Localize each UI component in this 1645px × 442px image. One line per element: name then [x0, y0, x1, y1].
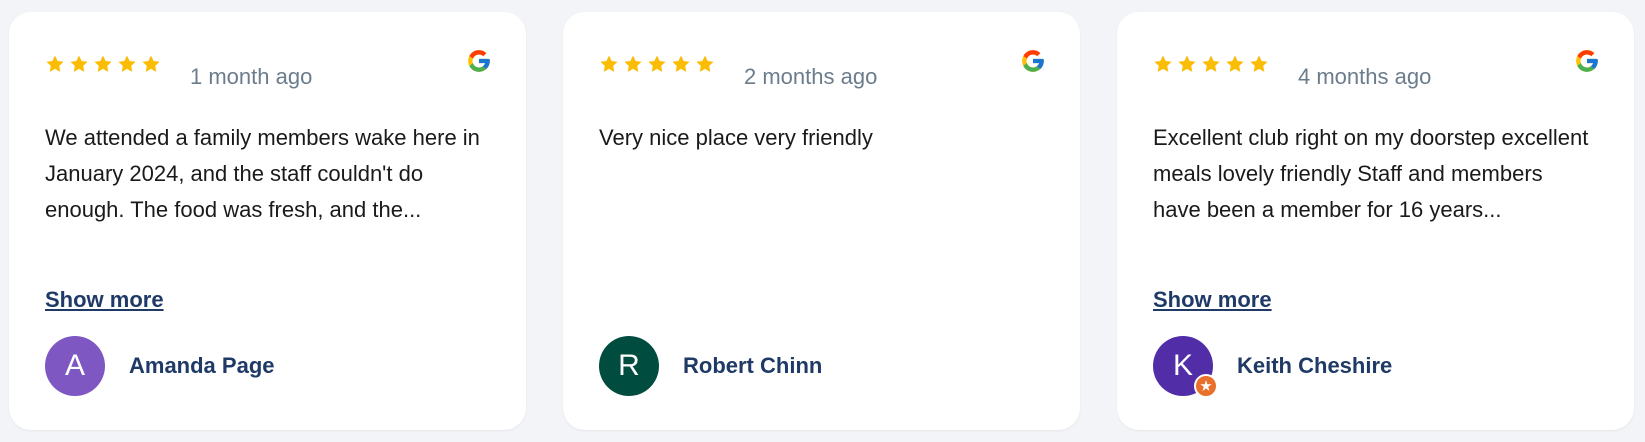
- star-icon: [70, 55, 88, 72]
- review-text: We attended a family members wake here i…: [45, 125, 480, 222]
- star-rating: [45, 54, 161, 74]
- star-icon: [142, 55, 160, 72]
- review-card: 1 month ago We attended a family members…: [9, 12, 526, 430]
- reviews-row: 1 month ago We attended a family members…: [0, 0, 1645, 442]
- avatar-initial: K: [1172, 349, 1193, 382]
- star-icon: [624, 55, 642, 72]
- star-icon: [1250, 55, 1268, 72]
- google-icon: [1022, 50, 1044, 72]
- reviewer-name: Robert Chinn: [683, 353, 823, 378]
- review-card: 4 months ago Excellent club right on my …: [1117, 12, 1634, 430]
- google-icon: [1576, 50, 1598, 72]
- reviewer-name: Keith Cheshire: [1237, 353, 1393, 378]
- star-icon: [696, 55, 714, 72]
- star-icon: [600, 55, 618, 72]
- review-date: 2 months ago: [744, 64, 878, 89]
- star-icon: [46, 55, 64, 72]
- star-icon: [672, 55, 690, 72]
- google-icon: [468, 50, 490, 72]
- star-icon: [118, 55, 136, 72]
- avatar-initial: A: [64, 349, 85, 382]
- star-icon: [1226, 55, 1244, 72]
- star-icon: [1202, 55, 1220, 72]
- avatar: A: [45, 336, 105, 396]
- local-guide-badge-icon: [1194, 374, 1218, 398]
- star-rating: [599, 54, 715, 74]
- avatar-initial: R: [618, 349, 640, 382]
- avatar: R: [599, 336, 659, 396]
- review-date: 1 month ago: [190, 64, 313, 89]
- star-rating: [1153, 54, 1269, 74]
- star-icon: [1178, 55, 1196, 72]
- star-icon: [648, 55, 666, 72]
- star-icon: [94, 55, 112, 72]
- reviewer-name: Amanda Page: [129, 353, 275, 378]
- avatar: K: [1153, 336, 1218, 398]
- show-more-link[interactable]: Show more: [45, 286, 164, 314]
- review-card: 2 months ago Very nice place very friend…: [563, 12, 1080, 430]
- show-more-link[interactable]: Show more: [1153, 286, 1272, 314]
- review-text: Excellent club right on my doorstep exce…: [1153, 125, 1589, 222]
- review-text: Very nice place very friendly: [599, 125, 873, 150]
- star-icon: [1154, 55, 1172, 72]
- review-date: 4 months ago: [1298, 64, 1432, 89]
